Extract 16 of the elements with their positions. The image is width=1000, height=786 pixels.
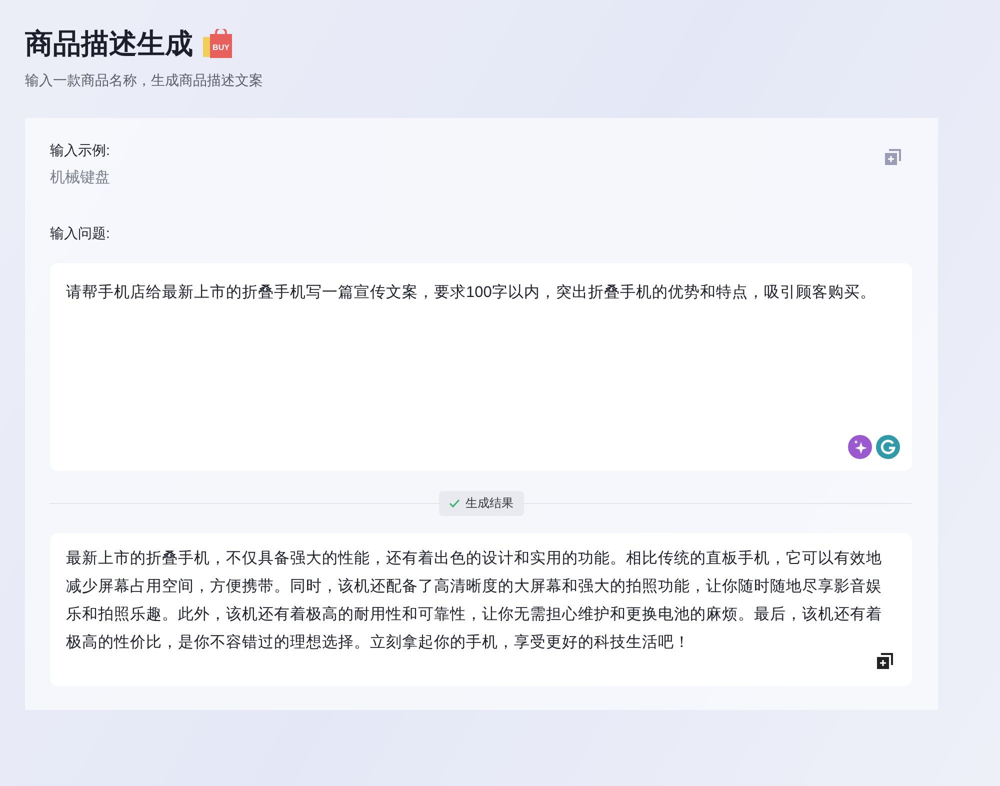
sparkle-button[interactable] xyxy=(848,435,872,459)
example-value: 机械键盘 xyxy=(50,168,110,187)
copy-button[interactable] xyxy=(876,652,894,670)
grammar-icon xyxy=(876,435,900,459)
grammar-button[interactable] xyxy=(876,435,900,459)
copy-icon xyxy=(884,148,902,166)
question-field[interactable]: 请帮手机店给最新上市的折叠手机写一篇宣传文案，要求100字以内，突出折叠手机的优势和特点，吸引顾客购买。 xyxy=(50,263,912,471)
result-text: 最新上市的折叠手机，不仅具备强大的性能，还有着出色的设计和实用的功能。相比传统的直板手机，它可以有效地减少屏幕占用空间，方便携带。同时，该机还配备了高清晰度的大屏幕和强大的拍照功能，让你随时随地尽享影音娱乐和拍照乐趣。此外，该机还有着极高的耐用性和可靠性，让你无需担心维护和更换电池的麻烦。最后，该机还有着极高的性价比，是你不容错过的理想选择。立刻拿起你的手机，享受更好的科技生活吧！ xyxy=(66,548,883,653)
page-title: 商品描述生成 xyxy=(25,27,193,61)
example-label: 输入示例: xyxy=(50,142,110,160)
page-subtitle: 输入一款商品名称，生成商品描述文案 xyxy=(25,72,264,90)
check-icon xyxy=(448,499,460,508)
sparkle-icon xyxy=(848,435,872,459)
question-label: 输入问题: xyxy=(50,225,111,243)
chip-label: 生成结果 xyxy=(466,495,514,512)
copy-icon xyxy=(876,652,894,670)
